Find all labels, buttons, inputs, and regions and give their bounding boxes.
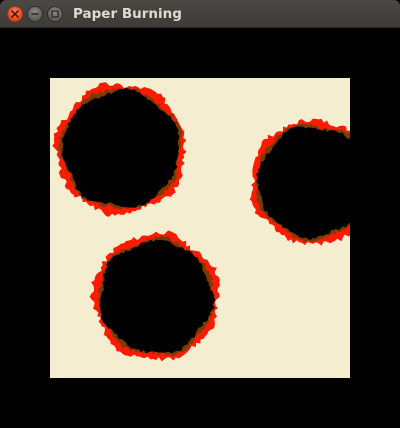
close-icon [11, 10, 19, 18]
close-button[interactable] [7, 6, 23, 22]
app-window: Paper Burning [0, 0, 400, 428]
minimize-icon [31, 13, 39, 15]
drawing-canvas[interactable] [0, 28, 400, 428]
paper-scene [0, 28, 400, 428]
window-title: Paper Burning [73, 6, 182, 22]
maximize-button[interactable] [47, 6, 63, 22]
maximize-icon [51, 10, 59, 18]
minimize-button[interactable] [27, 6, 43, 22]
title-bar[interactable]: Paper Burning [0, 0, 400, 28]
